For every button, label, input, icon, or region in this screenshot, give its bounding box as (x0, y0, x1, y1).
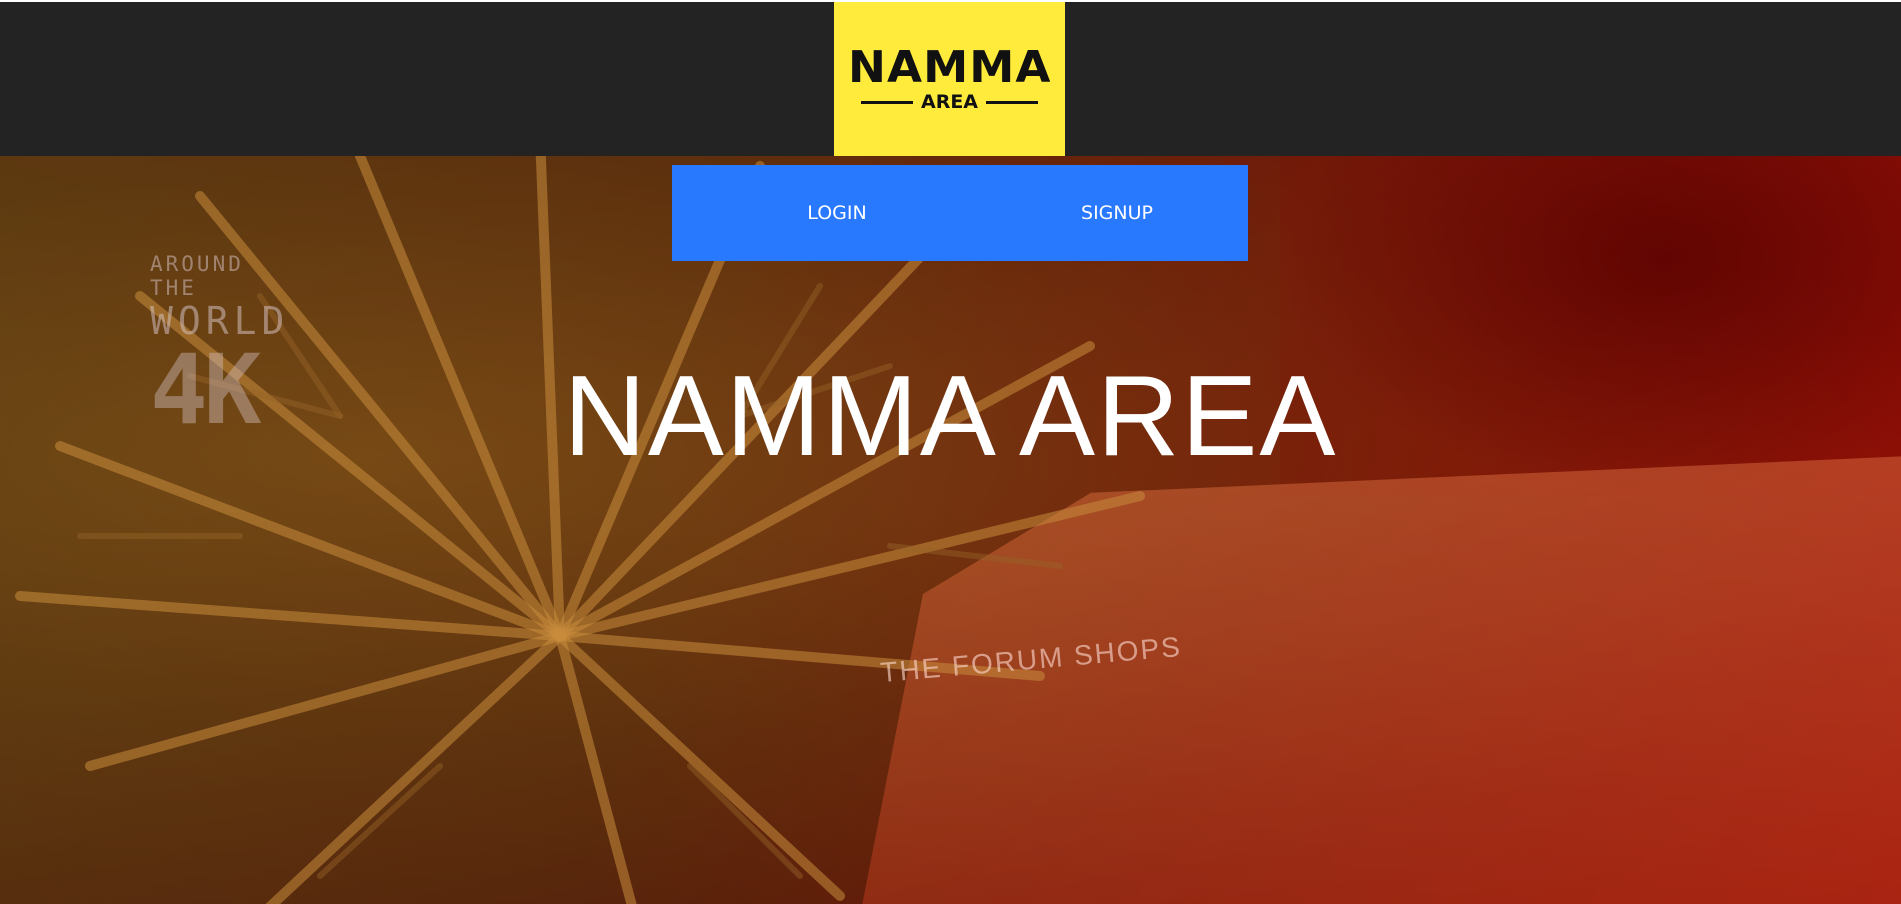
logo-title: NAMMA (847, 42, 1052, 93)
auth-nav-bar: LOGIN SIGNUP (672, 165, 1248, 261)
login-button[interactable]: LOGIN (762, 165, 912, 261)
logo-subtitle-row: AREA (860, 91, 1039, 113)
logo-subtitle: AREA (920, 91, 979, 113)
logo-rule-left (860, 100, 913, 104)
watermark-line1: AROUND THE (150, 252, 244, 300)
logo-rule-right (986, 100, 1039, 104)
hero-background-video: AROUND THE WORLD 4K THE FORUM SHOPS (0, 156, 1901, 904)
site-logo[interactable]: NAMMA AREA (834, 2, 1065, 156)
hero-title: NAMMA AREA (563, 353, 1338, 480)
signup-button[interactable]: SIGNUP (1042, 165, 1192, 261)
